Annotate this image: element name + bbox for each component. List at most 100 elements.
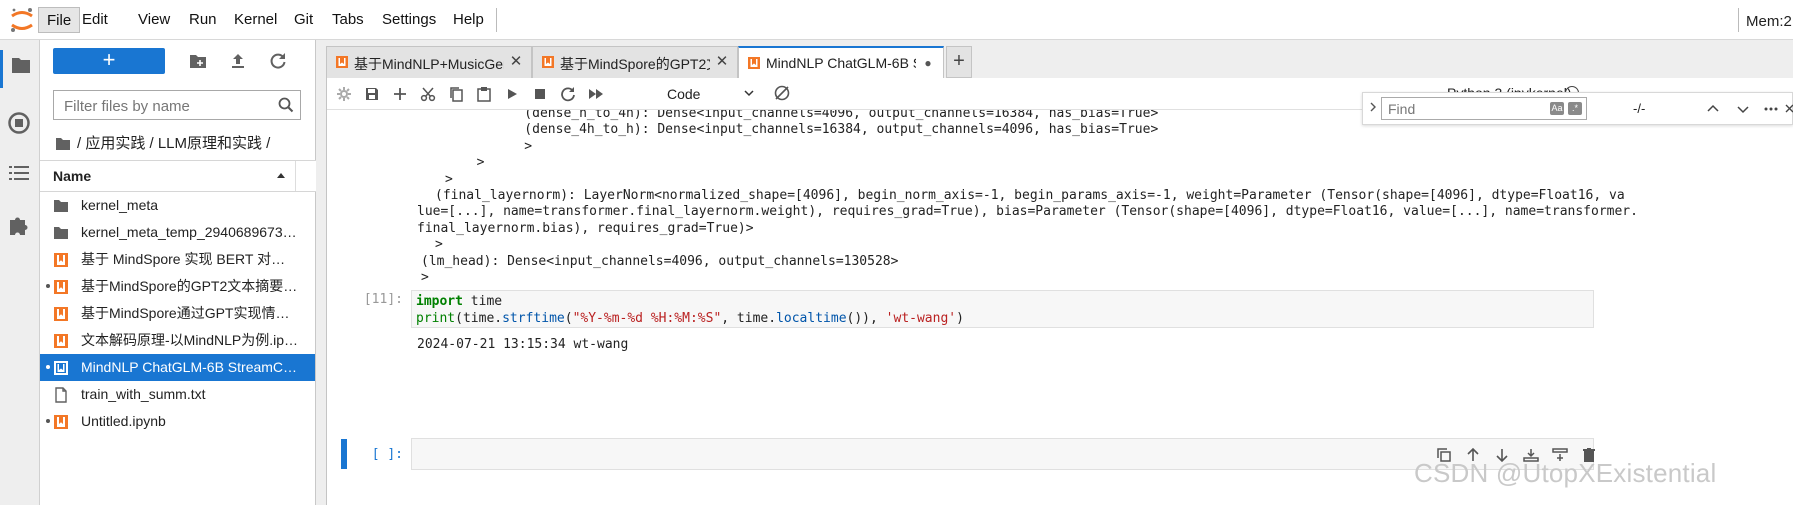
extension-manager-tab[interactable] [8, 214, 34, 240]
plus-icon: + [102, 47, 116, 72]
tab-chatglm[interactable]: MindNLP ChatGLM-6B Strea ● [738, 46, 944, 79]
cut-icon[interactable] [420, 86, 436, 102]
breadcrumb[interactable]: / 应用实践 / LLM原理和实践 / [55, 132, 270, 152]
plus-icon: + [953, 50, 965, 72]
menu-tabs[interactable]: Tabs [324, 7, 372, 33]
find-input-box[interactable]: Aa .* [1381, 97, 1587, 120]
file-item[interactable]: MindNLP ChatGLM-6B StreamC… [40, 354, 315, 381]
notebook-icon [54, 415, 68, 429]
refresh-icon[interactable] [268, 51, 288, 71]
run-icon[interactable] [504, 86, 520, 102]
file-item[interactable]: Untitled.ipynb [40, 408, 315, 435]
file-filter[interactable] [53, 90, 301, 120]
code-keyword: import [416, 294, 463, 309]
match-case-toggle[interactable]: Aa [1550, 102, 1564, 115]
code-text: (time. [455, 310, 503, 326]
notebook-panel: Code Python 3 (ipykernel) (dense_h_to_4h… [326, 78, 1793, 505]
file-name: 文本解码原理-以MindNLP为例.ip… [81, 332, 299, 348]
code-text: ( [564, 310, 573, 326]
upload-icon[interactable] [228, 51, 248, 71]
code-text: ()), [846, 310, 886, 326]
cell-type-value: Code [667, 86, 701, 102]
tab-label: 基于MindNLP+MusicGen生成 [354, 56, 504, 72]
git-diff-icon[interactable] [773, 84, 791, 102]
puzzle-icon [10, 217, 28, 235]
output-line: > [421, 270, 429, 285]
notebook-icon [54, 307, 68, 321]
cell-type-select[interactable]: Code [667, 83, 755, 105]
breadcrumb-path[interactable]: / 应用实践 / LLM原理和实践 / [77, 135, 270, 152]
stop-icon[interactable] [532, 86, 548, 102]
find-input[interactable] [1386, 98, 1540, 120]
tab-musicgen[interactable]: 基于MindNLP+MusicGen生成 ✕ [326, 46, 532, 78]
plus-icon[interactable] [392, 86, 408, 102]
code-string: "%Y-%m-%d %H:%M:%S" [572, 310, 722, 326]
chevron-right-icon[interactable] [1369, 102, 1377, 112]
table-of-contents-tab[interactable] [8, 164, 34, 190]
find-widget: Aa .* -/- [1362, 92, 1793, 125]
code-function: localtime [776, 310, 847, 326]
output-line: > [461, 155, 485, 171]
file-name: kernel_meta_temp_2940689673… [81, 224, 297, 240]
menu-kernel[interactable]: Kernel [226, 7, 285, 33]
tab-gpt2-summary[interactable]: 基于MindSpore的GPT2文本摘 ✕ [532, 46, 738, 78]
file-item[interactable]: 基于MindSpore通过GPT实现情… [40, 300, 315, 327]
regex-toggle[interactable]: .* [1568, 102, 1582, 115]
chevron-up-icon[interactable] [1705, 101, 1721, 117]
paste-icon[interactable] [476, 86, 492, 102]
file-browser-tab[interactable] [0, 50, 40, 88]
file-item[interactable]: kernel_meta_temp_2940689673… [40, 219, 315, 246]
output-line: (lm_head): Dense<input_channels=4096, ou… [421, 253, 899, 269]
close-icon[interactable] [1785, 101, 1793, 117]
file-item[interactable]: 文本解码原理-以MindNLP为例.ip… [40, 327, 315, 354]
more-options-icon[interactable] [1763, 101, 1779, 117]
menubar: File Edit View Run Kernel Git Tabs Setti… [0, 0, 1793, 40]
running-sessions-tab[interactable] [8, 112, 34, 138]
filter-files-input[interactable] [62, 92, 276, 120]
file-icon [55, 387, 67, 403]
fast-forward-icon[interactable] [588, 86, 604, 102]
file-item[interactable]: train_with_summ.txt [40, 381, 315, 408]
file-item[interactable]: kernel_meta [40, 192, 315, 219]
menu-help[interactable]: Help [445, 7, 492, 33]
menu-view[interactable]: View [130, 7, 178, 33]
code-text: ) [956, 310, 964, 326]
file-item[interactable]: 基于MindSpore的GPT2文本摘要… [40, 273, 315, 300]
notebook-content: (dense_h_to_4h): Dense<input_channels=40… [327, 110, 1793, 505]
menu-git[interactable]: Git [286, 7, 321, 33]
code-editor[interactable]: import time print(time.strftime("%Y-%m-%… [416, 294, 964, 327]
sort-up-icon[interactable] [276, 171, 286, 179]
folder-icon [54, 227, 68, 239]
file-name: train_with_summ.txt [81, 386, 206, 402]
folder-icon [56, 138, 70, 150]
running-indicator [46, 284, 50, 288]
folder-icon [54, 200, 68, 212]
new-launcher-button[interactable]: + [53, 48, 165, 74]
menu-edit[interactable]: Edit [74, 7, 116, 33]
notebook-icon [748, 57, 760, 69]
restart-icon[interactable] [560, 86, 576, 102]
output-line: > [445, 171, 453, 187]
chevron-down-icon [744, 90, 754, 97]
add-tab-button[interactable]: + [946, 46, 972, 78]
close-icon[interactable]: ✕ [715, 54, 729, 70]
unsaved-dot-icon[interactable]: ● [921, 55, 935, 71]
new-folder-icon[interactable] [188, 51, 208, 71]
menu-settings[interactable]: Settings [374, 7, 444, 33]
menu-run[interactable]: Run [181, 7, 225, 33]
file-item[interactable]: 基于 MindSpore 实现 BERT 对… [40, 246, 315, 273]
column-divider [295, 161, 296, 191]
chevron-down-icon[interactable] [1735, 101, 1751, 117]
tab-label: 基于MindSpore的GPT2文本摘 [560, 56, 710, 72]
notebook-icon [54, 280, 68, 294]
code-cell-input[interactable]: import time print(time.strftime("%Y-%m-%… [411, 290, 1594, 328]
close-icon[interactable]: ✕ [509, 54, 523, 70]
code-string: 'wt-wang' [885, 310, 957, 326]
copy-icon[interactable] [448, 86, 464, 102]
folder-icon [12, 58, 30, 73]
gear-icon[interactable] [336, 86, 352, 102]
save-icon[interactable] [364, 86, 380, 102]
column-header-name[interactable]: Name [53, 168, 91, 184]
file-name: MindNLP ChatGLM-6B StreamC… [81, 359, 298, 375]
tab-label: MindNLP ChatGLM-6B Strea [766, 55, 916, 71]
